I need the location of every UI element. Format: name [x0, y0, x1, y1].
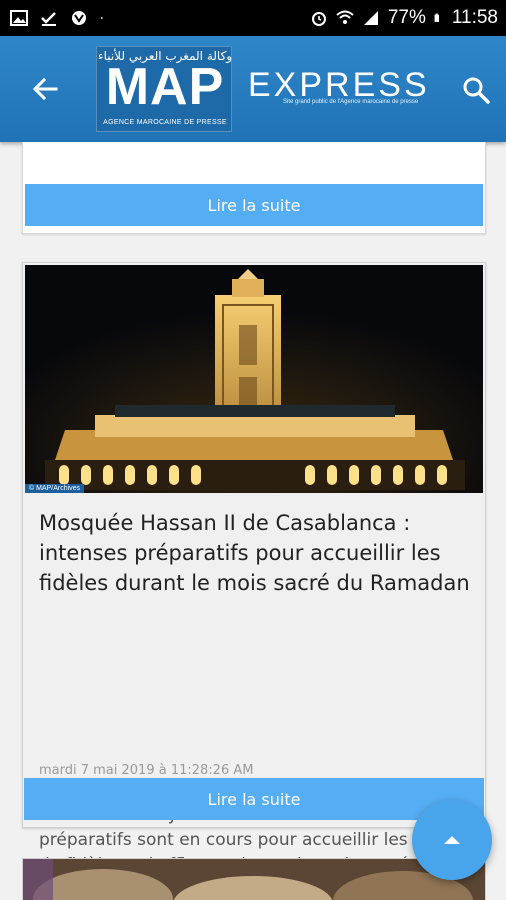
article-image[interactable]: © MAP/Archives	[25, 265, 483, 493]
article-image-next	[23, 859, 485, 900]
logo-subtitle: AGENCE MAROCAINE DE PRESSE	[103, 119, 227, 126]
battery-percent: 77%	[387, 7, 426, 28]
read-more-button[interactable]: Lire la suite	[25, 184, 483, 226]
alarm-icon	[311, 12, 326, 26]
article-card[interactable]: © MAP/Archives Mosquée Hassan II de Casa…	[22, 262, 486, 900]
clock: 11:58	[451, 7, 498, 28]
image-credit: © MAP/Archives	[25, 484, 85, 493]
wifi-icon	[336, 10, 354, 24]
back-arrow-icon[interactable]	[30, 74, 60, 104]
status-right: 77% 11:58	[310, 7, 498, 29]
article-feed[interactable]: Lire la suite © MAP/Archives Mosquée Has…	[0, 142, 506, 900]
article-title[interactable]: Mosquée Hassan II de Casablanca : intens…	[39, 508, 479, 598]
article-date: mardi 7 mai 2019 à 11:28:26 AM	[39, 763, 254, 778]
battery-icon	[434, 13, 439, 22]
signal-icon	[363, 11, 378, 25]
download-done-icon	[41, 12, 56, 26]
article-card: Lire la suite	[22, 142, 486, 234]
app-notification-icon	[72, 11, 86, 25]
status-bar: 77% 11:58	[0, 0, 506, 36]
read-more-button[interactable]: Lire la suite	[24, 778, 484, 820]
search-icon[interactable]	[460, 74, 492, 106]
app-bar: وكالة المغرب العربي للأنباء MAP AGENCE M…	[0, 36, 506, 142]
status-left	[10, 10, 108, 26]
logo-map-text: MAP	[105, 58, 225, 116]
article-card-next[interactable]	[22, 858, 486, 900]
gallery-notification-icon	[10, 10, 28, 26]
chevron-up-icon	[444, 836, 460, 844]
map-logo[interactable]: وكالة المغرب العربي للأنباء MAP AGENCE M…	[96, 46, 232, 132]
express-subtitle: Site grand public de l'Agence marocaine …	[283, 99, 419, 105]
mosque-illustration	[25, 265, 483, 493]
dot-icon	[100, 17, 103, 19]
scroll-top-button[interactable]	[412, 800, 492, 880]
